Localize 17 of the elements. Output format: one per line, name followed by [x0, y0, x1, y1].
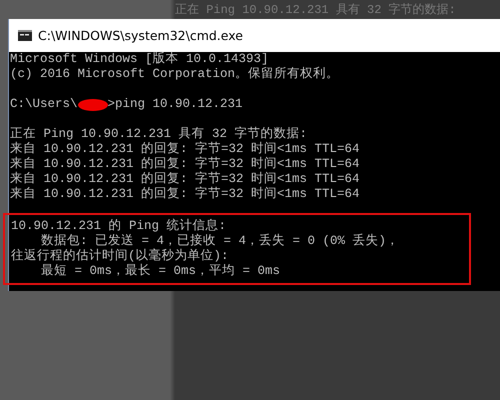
- redaction-mark: [78, 98, 108, 110]
- console-line: 来自 10.90.12.231 的回复: 字节=32 时间<1ms TTL=64: [10, 172, 360, 186]
- console-line: 往返行程的估计时间(以毫秒为单位):: [11, 249, 229, 264]
- background-text: 正在 Ping 10.90.12.231 具有 32 字节的数据:: [175, 3, 456, 17]
- console-line: 来自 10.90.12.231 的回复: 字节=32 时间<1ms TTL=64: [10, 157, 360, 172]
- console-app-icon: [18, 30, 32, 41]
- console-line: 正在 Ping 10.90.12.231 具有 32 字节的数据:: [10, 127, 308, 142]
- console-line: 来自 10.90.12.231 的回复: 字节=32 时间<1ms TTL=64: [10, 187, 360, 202]
- console-prompt: C:\Users\: [10, 97, 78, 112]
- window-title: C:\WINDOWS\system32\cmd.exe: [38, 28, 243, 43]
- console-line: 来自 10.90.12.231 的回复: 字节=32 时间<1ms TTL=64: [10, 142, 360, 156]
- console-line: 最短 = 0ms，最长 = 0ms，平均 = 0ms: [40, 264, 280, 279]
- console-line: Microsoft Windows [版本 10.0.14393]: [10, 52, 269, 67]
- console-line: 10.90.12.231 的 Ping 统计信息:: [11, 219, 226, 234]
- console-line: 数据包: 已发送 = 4，已接收 = 4，丢失 = 0 (0% 丢失)，: [40, 234, 400, 248]
- console-line: (c) 2016 Microsoft Corporation。保留所有权利。: [10, 67, 340, 82]
- console-command: >ping 10.90.12.231: [108, 97, 243, 112]
